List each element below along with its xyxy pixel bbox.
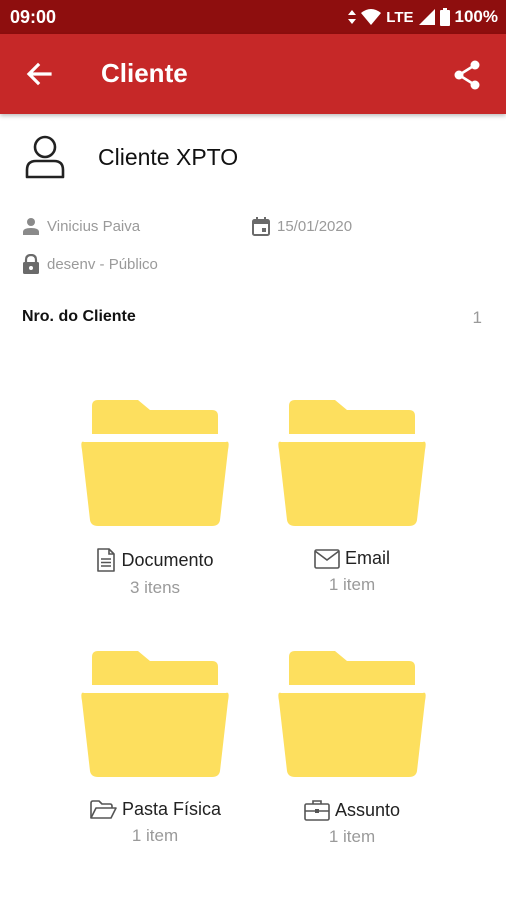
- person-outline-icon: [25, 135, 65, 179]
- folder-count: 1 item: [328, 575, 376, 594]
- calendar-icon: [252, 217, 270, 236]
- meta-user: Vinicius Paiva: [22, 217, 140, 235]
- client-number-label: Nro. do Cliente: [22, 308, 136, 325]
- folder-title-text: Assunto: [334, 799, 401, 820]
- document-icon: [97, 548, 116, 572]
- client-header: Cliente XPTO: [22, 134, 238, 180]
- back-button[interactable]: [22, 59, 56, 89]
- folder-icon: [278, 651, 426, 777]
- battery-label: 100%: [454, 7, 498, 26]
- wifi-icon: [361, 9, 382, 25]
- battery-icon: [439, 8, 450, 26]
- email-icon: [314, 548, 340, 569]
- folder-title: Assunto: [304, 799, 400, 821]
- folder-email[interactable]: Email 1 item: [267, 396, 437, 595]
- status-bar: 09:00 LTE 100%: [0, 0, 506, 34]
- client-number-value: 1: [472, 308, 482, 327]
- folder-title-text: Pasta Física: [121, 799, 222, 819]
- meta-date: 15/01/2020: [252, 217, 352, 236]
- app-bar: Cliente: [0, 34, 506, 114]
- folder-icon: [81, 651, 229, 777]
- folder-title-text: Documento: [121, 549, 214, 570]
- status-icons: LTE 100%: [348, 7, 498, 27]
- folder-title-text: Email: [344, 548, 390, 568]
- lock-icon: [23, 254, 39, 274]
- folder-open-icon: [90, 799, 117, 819]
- meta-user-text: Vinicius Paiva: [47, 217, 141, 235]
- client-number-row: Nro. do Cliente 1: [22, 308, 484, 328]
- meta-date-text: 15/01/2020: [277, 218, 353, 235]
- folder-documento[interactable]: Documento 3 itens: [70, 396, 240, 598]
- arrow-back-icon: [26, 62, 52, 86]
- meta-access-text: desenv - Público: [47, 255, 158, 273]
- folder-count: 3 itens: [129, 578, 181, 597]
- share-icon: [454, 60, 480, 90]
- folder-icon: [278, 400, 426, 526]
- page-title: Cliente: [101, 58, 188, 88]
- folder-title: Documento: [96, 548, 214, 572]
- folder-title: Pasta Física: [89, 799, 221, 820]
- network-label: LTE: [386, 8, 414, 26]
- client-name: Cliente XPTO: [98, 143, 239, 170]
- briefcase-icon: [304, 800, 330, 821]
- folder-count: 1 item: [131, 826, 179, 845]
- folder-pasta-fisica[interactable]: Pasta Física 1 item: [70, 647, 240, 846]
- person-icon: [23, 218, 39, 235]
- folder-icon: [81, 400, 229, 526]
- meta-access: desenv - Público: [22, 254, 158, 274]
- signal-icon: [418, 9, 435, 25]
- status-time: 09:00: [10, 6, 57, 27]
- folder-assunto[interactable]: Assunto 1 item: [267, 647, 437, 847]
- folder-title: Email: [314, 548, 390, 569]
- data-arrows-icon: [348, 10, 357, 24]
- share-button[interactable]: [450, 58, 484, 92]
- folder-count: 1 item: [328, 827, 376, 846]
